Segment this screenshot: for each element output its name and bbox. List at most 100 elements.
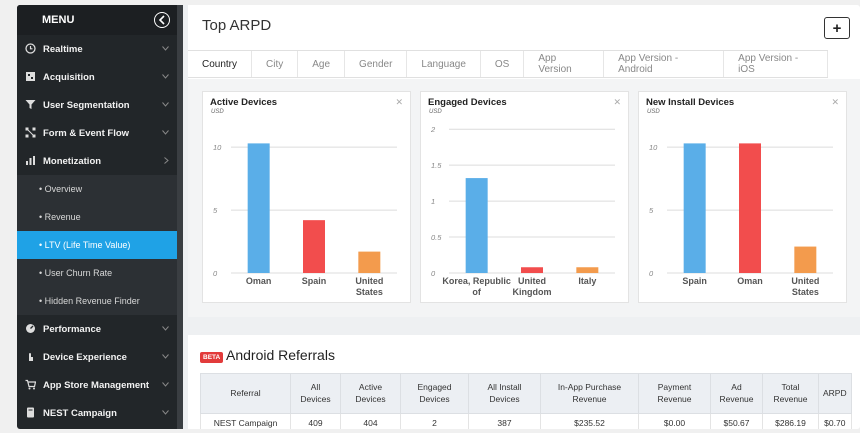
chart-unit: USD [647,109,660,115]
x-category-label: United Kingdom [513,276,552,297]
sidebar-item-app-store-management[interactable]: App Store Management [17,371,177,399]
bar[interactable] [739,143,761,273]
table-cell: NEST Campaign [200,413,291,429]
bar[interactable] [683,143,706,273]
engaged-devices-chart: 0 0.5 1 1.5 2 Korea, Republic ofUnited Kingdom I… [430,125,615,297]
column-header[interactable]: All Devices [290,373,341,414]
table-row[interactable]: NEST Campaign 409 404 2 387 $235.52 $0.00 $50.6… [200,413,852,429]
chart-active-devices: 0 5 10 Oman Spain United States Active Devices… [202,91,411,303]
x-category-label: United States [791,276,819,297]
y-tick-label: 0 [213,269,218,278]
column-header[interactable]: In-App Purchase Revenue [540,373,639,414]
tab-app-version-android[interactable]: App Version - Android [604,51,725,77]
bar[interactable] [521,267,543,273]
new-install-devices-chart: 0 5 10 Spain Oman United States [649,143,833,297]
bar[interactable] [465,178,488,273]
sidebar-subitem-hidden-revenue-finder[interactable]: • Hidden Revenue Finder [17,287,177,315]
chart-unit: USD [429,109,442,115]
close-icon[interactable]: ✕ [395,97,403,108]
table-cell: $0.70 [818,413,852,429]
active-devices-chart: 0 5 10 Oman Spain United States [213,143,397,297]
column-header[interactable]: Total Revenue [762,373,819,414]
sidebar-item-monetization[interactable]: Monetization [17,147,177,175]
sidebar-item-nest-campaign[interactable]: NEST Campaign [17,399,177,427]
tab-os[interactable]: OS [481,51,525,77]
sidebar-scrollbar[interactable] [177,5,183,429]
column-header[interactable]: All Install Devices [468,373,541,414]
bar[interactable] [247,143,270,273]
column-header[interactable]: ARPD [818,373,852,414]
clock-icon [25,43,36,54]
column-header[interactable]: Active Devices [340,373,401,414]
flow-icon [25,127,36,138]
bar[interactable] [303,220,325,273]
charts-area: 0 5 10 Oman Spain United States Active Devices… [188,79,860,317]
close-icon[interactable]: ✕ [613,97,621,108]
card-title: Top ARPD [202,17,272,34]
bar[interactable] [358,251,381,273]
table-cell: $235.52 [540,413,639,429]
add-button[interactable]: + [824,17,850,39]
chart-title: Active Devices [210,97,278,108]
y-tick-label: 2 [430,125,436,134]
close-icon[interactable]: ✕ [831,97,839,108]
sidebar-item-device-experience[interactable]: Device Experience [17,343,177,371]
tab-app-version[interactable]: App Version [524,51,605,77]
monetization-icon [26,156,35,165]
x-category-label: Oman [246,276,272,286]
gauge-icon [26,324,35,333]
sidebar-item-label: Device Experience [43,351,127,363]
chart-unit: USD [211,109,224,115]
referrals-table: Referral All Devices Active Devices Engaged… [200,373,852,429]
sidebar-item-form-event-flow[interactable]: Form & Event Flow [17,119,177,147]
table-cell: 387 [468,413,541,429]
sidebar-item-label: User Segmentation [43,99,130,111]
bar[interactable] [794,246,817,273]
sidebar-item-label: Form & Event Flow [43,127,130,139]
acquisition-icon [26,72,35,81]
sidebar-item-acquisition[interactable]: Acquisition [17,63,177,91]
y-tick-label: 1 [431,197,435,206]
sidebar-item-label: Monetization [43,155,102,167]
sidebar-subitem-ltv-life-time-value[interactable]: • LTV (Life Time Value) [17,231,177,259]
tab-app-version-ios[interactable]: App Version - iOS [724,51,828,77]
sidebar-item-realtime[interactable]: Realtime [17,35,177,63]
bar[interactable] [576,267,599,273]
y-tick-label: 0 [431,269,436,278]
chart-title: Engaged Devices [428,97,507,108]
main-content: Top ARPD + Country City Age Gender Language O… [188,5,860,429]
sidebar-subitem-revenue[interactable]: • Revenue [17,203,177,231]
cart-icon [25,379,36,390]
x-category-label: Korea, Republic of [442,276,511,297]
column-header[interactable]: Engaged Devices [400,373,469,414]
column-header[interactable]: Ad Revenue [710,373,763,414]
y-tick-label: 5 [649,206,654,215]
dimension-tabs: Country City Age Gender Language OS App Versio… [188,50,828,78]
sidebar-item-label: NEST Campaign [43,407,117,419]
filter-icon [25,100,36,109]
x-category-label: Italy [578,276,596,286]
collapse-menu-icon[interactable] [154,12,170,28]
x-category-label: Spain [302,276,327,286]
y-tick-label: 10 [649,143,658,152]
column-header[interactable]: Referral [200,373,291,414]
table-cell: $0.00 [638,413,711,429]
sidebar-item-label: Performance [43,323,102,335]
y-tick-label: 0 [649,269,654,278]
tab-language[interactable]: Language [407,51,481,77]
table-cell: $286.19 [762,413,819,429]
sidebar-subitem-user-churn-rate[interactable]: • User Churn Rate [17,259,177,287]
sidebar-item-performance[interactable]: Performance [17,315,177,343]
table-cell: 409 [290,413,341,429]
tab-gender[interactable]: Gender [345,51,408,77]
tab-country[interactable]: Country [188,51,253,77]
sidebar: MENU Realtime Acquisition User Segmentatio… [17,5,177,429]
sidebar-subitem-overview[interactable]: • Overview [17,175,177,203]
column-header[interactable]: Payment Revenue [638,373,711,414]
sidebar-item-user-segmentation[interactable]: User Segmentation [17,91,177,119]
tab-city[interactable]: City [252,51,299,77]
tab-age[interactable]: Age [298,51,346,77]
y-tick-label: 1.5 [431,161,442,170]
y-tick-label: 0.5 [431,233,442,242]
chart-new-install-devices: 0 5 10 Spain Oman United States New Install De… [638,91,847,303]
